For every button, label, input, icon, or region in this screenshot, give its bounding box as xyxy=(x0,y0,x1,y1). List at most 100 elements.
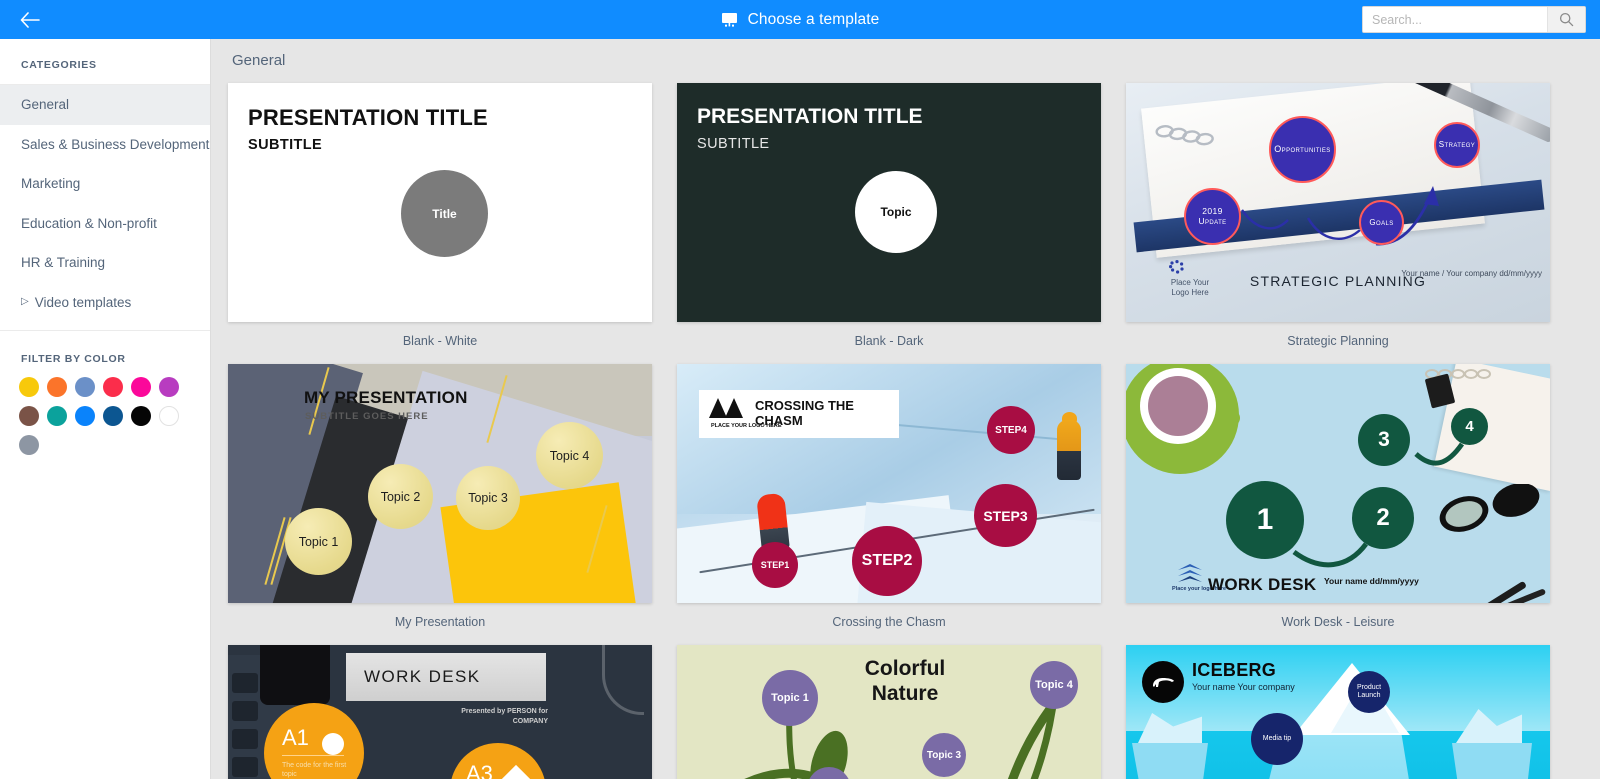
color-swatch-orange[interactable] xyxy=(47,377,67,397)
color-swatch-gray[interactable] xyxy=(19,435,39,455)
keyboard-key xyxy=(232,673,258,693)
strategy-node: Goals xyxy=(1359,200,1404,245)
sidebar-item-label: Marketing xyxy=(21,176,81,192)
slide-title: Colorful Nature xyxy=(864,657,946,705)
color-swatch-red[interactable] xyxy=(103,377,123,397)
search-button[interactable] xyxy=(1547,7,1585,32)
color-swatch-steel-blue[interactable] xyxy=(75,377,95,397)
cable-illustration xyxy=(602,645,644,715)
step-bubble: STEP4 xyxy=(987,406,1035,454)
sidebar-item-hr-training[interactable]: HR & Training xyxy=(0,243,210,283)
template-cell: ICEBERG Your name Your company Product L… xyxy=(1126,645,1550,779)
color-swatch-navy[interactable] xyxy=(103,406,123,426)
slide-title: PRESENTATION TITLE xyxy=(248,105,488,130)
categories-heading: CATEGORIES xyxy=(21,59,97,71)
template-caption: Strategic Planning xyxy=(1287,334,1389,348)
step-bubble: STEP2 xyxy=(852,526,922,596)
back-button[interactable] xyxy=(0,0,60,39)
template-cell: Colorful Nature Topic 1 Topic 2 Topic 3 … xyxy=(677,645,1101,779)
slide-subtitle: SUBTITLE xyxy=(248,137,323,153)
step-number-bubble: 3 xyxy=(1358,414,1410,466)
template-card-my-presentation[interactable]: MY PRESENTATION SUBTITLE GOES HERE Topic… xyxy=(228,364,652,603)
template-card-blank-white[interactable]: PRESENTATION TITLE SUBTITLE Title xyxy=(228,83,652,322)
color-swatch-magenta[interactable] xyxy=(131,377,151,397)
template-cell: WORK DESK Presented by PERSON for COMPAN… xyxy=(228,645,652,779)
logo-title-box: PLACE YOUR LOGO HERE CROSSING THE CHASM xyxy=(699,390,899,438)
small-iceberg-right-submerged xyxy=(1452,743,1532,779)
sidebar-item-marketing[interactable]: Marketing xyxy=(0,164,210,204)
badge-label: A3 xyxy=(466,761,493,779)
template-card-iceberg[interactable]: ICEBERG Your name Your company Product L… xyxy=(1126,645,1550,779)
search-box[interactable] xyxy=(1362,6,1586,33)
iceberg-node: Product Launch xyxy=(1348,671,1390,713)
template-cell: 1 2 3 4 Place your logo here WORK DESK Y… xyxy=(1126,364,1550,645)
topic-bubble: Topic 1 xyxy=(285,508,352,575)
template-cell: MY PRESENTATION SUBTITLE GOES HERE Topic… xyxy=(228,364,652,645)
template-cell: PRESENTATION TITLE SUBTITLE Topic Blank … xyxy=(677,83,1101,364)
sidebar-item-sales-business-development[interactable]: Sales & Business Development xyxy=(0,125,210,165)
slide-circle-label: Title xyxy=(401,170,488,257)
badge-dot-icon xyxy=(322,733,344,755)
template-card-strategic-planning[interactable]: 2019 Update Opportunities Goals Strategy… xyxy=(1126,83,1550,322)
color-swatch-purple[interactable] xyxy=(159,377,179,397)
sidebar-item-label: Video templates xyxy=(34,294,132,310)
title-group: Choose a template xyxy=(0,0,1600,39)
sidebar-item-video-templates[interactable]: ▷ Video templates xyxy=(0,283,210,323)
color-swatch-black[interactable] xyxy=(131,406,151,426)
step-number-bubble: 1 xyxy=(1226,481,1304,559)
small-iceberg-left-submerged xyxy=(1132,743,1208,779)
back-arrow-icon xyxy=(20,11,40,28)
strategy-node: Opportunities xyxy=(1269,116,1336,183)
polar-bear-logo xyxy=(1142,661,1184,703)
strategy-node: 2019 Update xyxy=(1184,188,1241,245)
topic-bubble: Topic 2 xyxy=(368,464,433,529)
slide-meta: Your name / Your company dd/mm/yyyy xyxy=(1401,269,1542,278)
coffee-liquid xyxy=(1148,376,1208,436)
sidebar-item-education-non-profit[interactable]: Education & Non-profit xyxy=(0,204,210,244)
color-swatch-brown[interactable] xyxy=(19,406,39,426)
triangle-right-icon: ▷ xyxy=(21,296,29,308)
topic-bubble: Topic 4 xyxy=(536,422,603,489)
template-cell: PLACE YOUR LOGO HERE CROSSING THE CHASM … xyxy=(677,364,1101,645)
slide-title: WORK DESK xyxy=(1208,575,1317,594)
slide-title: MY PRESENTATION xyxy=(304,388,468,407)
color-swatch-yellow[interactable] xyxy=(19,377,39,397)
polar-bear-icon xyxy=(1153,678,1174,687)
mountain-logo-icon xyxy=(709,398,743,418)
sidebar-item-general[interactable]: General xyxy=(0,85,210,125)
badge-rule xyxy=(282,755,344,756)
template-card-colorful-nature[interactable]: Colorful Nature Topic 1 Topic 2 Topic 3 … xyxy=(677,645,1101,779)
color-swatch-teal[interactable] xyxy=(47,406,67,426)
step-bubble: STEP3 xyxy=(974,484,1037,547)
sidebar-item-label: General xyxy=(21,97,70,113)
step-bubble: STEP1 xyxy=(752,542,798,588)
slide-circle-label: Topic xyxy=(855,171,937,253)
section-title: General xyxy=(232,52,286,69)
slide-subtitle: SUBTITLE GOES HERE xyxy=(305,411,429,422)
color-swatch-blue[interactable] xyxy=(75,406,95,426)
progress-arrow-icon xyxy=(1241,186,1439,246)
spiral-binding-icon xyxy=(1155,125,1214,146)
topic-bubble: Topic 3 xyxy=(456,466,520,530)
step-number-bubble: 2 xyxy=(1352,487,1414,549)
template-card-crossing-the-chasm[interactable]: PLACE YOUR LOGO HERE CROSSING THE CHASM … xyxy=(677,364,1101,603)
template-caption: Blank - White xyxy=(402,334,478,348)
template-caption: Crossing the Chasm xyxy=(832,615,946,629)
presentation-easel-icon xyxy=(721,13,737,27)
topic-bubble: Topic 4 xyxy=(1030,661,1078,709)
template-caption: My Presentation xyxy=(394,615,486,629)
search-input[interactable] xyxy=(1363,7,1547,32)
slide-title: ICEBERG xyxy=(1192,660,1277,680)
template-card-blank-dark[interactable]: PRESENTATION TITLE SUBTITLE Topic xyxy=(677,83,1101,322)
template-card-work-desk-dark[interactable]: WORK DESK Presented by PERSON for COMPAN… xyxy=(228,645,652,779)
glacier-upper xyxy=(677,364,1101,514)
color-swatch-white[interactable] xyxy=(159,406,179,426)
strategy-node: Strategy xyxy=(1434,122,1480,168)
template-card-work-desk-leisure[interactable]: 1 2 3 4 Place your logo here WORK DESK Y… xyxy=(1126,364,1550,603)
page-title: Choose a template xyxy=(747,10,880,28)
sidebar: CATEGORIES General Sales & Business Deve… xyxy=(0,39,211,779)
keyboard-key xyxy=(232,729,258,749)
climber-yellow xyxy=(1057,420,1081,480)
template-cell: PRESENTATION TITLE SUBTITLE Title Blank … xyxy=(228,83,652,364)
topic-bubble: Topic 1 xyxy=(762,670,818,726)
